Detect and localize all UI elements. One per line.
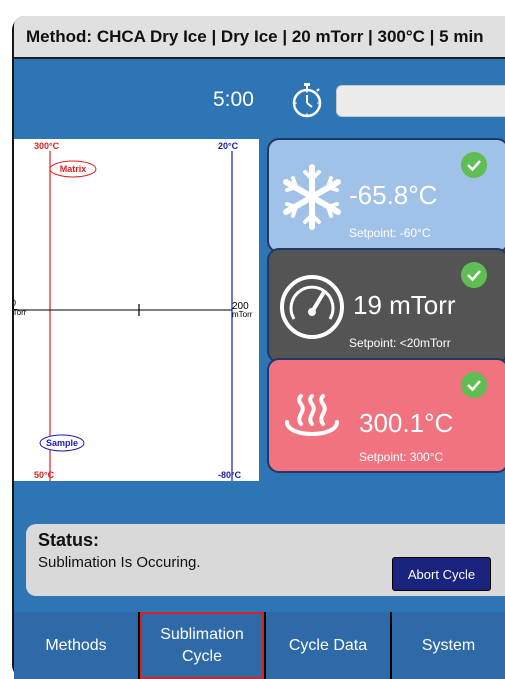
abort-cycle-button[interactable]: Abort Cycle [392, 557, 491, 591]
matrix-temp-max-label: 300°C [34, 141, 60, 151]
matrix-label: Matrix [60, 164, 87, 174]
nav-system-label: System [421, 636, 476, 654]
status-label: Status: [38, 530, 100, 550]
cycle-progress-bar [336, 85, 505, 117]
cold-stage-temperature: -65.8°C [349, 180, 438, 210]
vacuum-setpoint: Setpoint: <20mTorr [349, 336, 451, 350]
heater-card: 300.1°C Setpoint: 300°C [267, 358, 505, 473]
check-icon [461, 372, 487, 398]
nav-system[interactable]: System [392, 612, 505, 679]
heater-temperature: 300.1°C [359, 408, 454, 438]
pressure-max-unit: mTorr [232, 310, 253, 319]
nav-methods[interactable]: Methods [14, 612, 138, 679]
time-remaining: 5:00 [213, 88, 254, 111]
gauge-icon [280, 275, 344, 339]
method-bar: Method: CHCA Dry Ice | Dry Ice | 20 mTor… [14, 16, 505, 59]
nav-sublimation-cycle-label: Sublimation Cycle [160, 625, 244, 665]
pressure-min-value: 0 [14, 298, 16, 308]
snowflake-icon [283, 164, 341, 230]
vacuum-pressure: 19 mTorr [353, 290, 456, 320]
cold-stage-setpoint: Setpoint: -60°C [349, 226, 431, 240]
stopwatch-icon [292, 83, 322, 118]
check-icon [461, 262, 487, 288]
matrix-temp-min-label: 50°C [34, 470, 55, 480]
pressure-min-unit: mTorr [14, 308, 27, 317]
nav-cycle-data[interactable]: Cycle Data [266, 612, 390, 679]
status-message: Sublimation Is Occuring. [38, 554, 201, 571]
heat-icon [285, 394, 339, 436]
vacuum-card: 19 mTorr Setpoint: <20mTorr [267, 248, 505, 363]
heater-setpoint: Setpoint: 300°C [359, 450, 444, 464]
bottom-nav: Methods Sublimation Cycle Cycle Data Sys… [14, 612, 505, 679]
nav-cycle-data-label: Cycle Data [288, 636, 368, 654]
chamber-chart: 300°C 20°C 50°C -80°C 0 mTorr 200 mTorr … [14, 139, 259, 481]
nav-sublimation-cycle[interactable]: Sublimation Cycle [140, 612, 264, 679]
method-summary: Method: CHCA Dry Ice | Dry Ice | 20 mTor… [26, 26, 484, 46]
cold-stage-card: -65.8°C Setpoint: -60°C [267, 138, 505, 253]
check-icon [461, 152, 487, 178]
sample-temp-max-label: 20°C [218, 141, 239, 151]
nav-methods-label: Methods [45, 636, 107, 654]
sample-temp-min-label: -80°C [218, 470, 242, 480]
chart-svg: 300°C 20°C 50°C -80°C 0 mTorr 200 mTorr … [14, 141, 253, 481]
sample-label: Sample [46, 438, 78, 448]
